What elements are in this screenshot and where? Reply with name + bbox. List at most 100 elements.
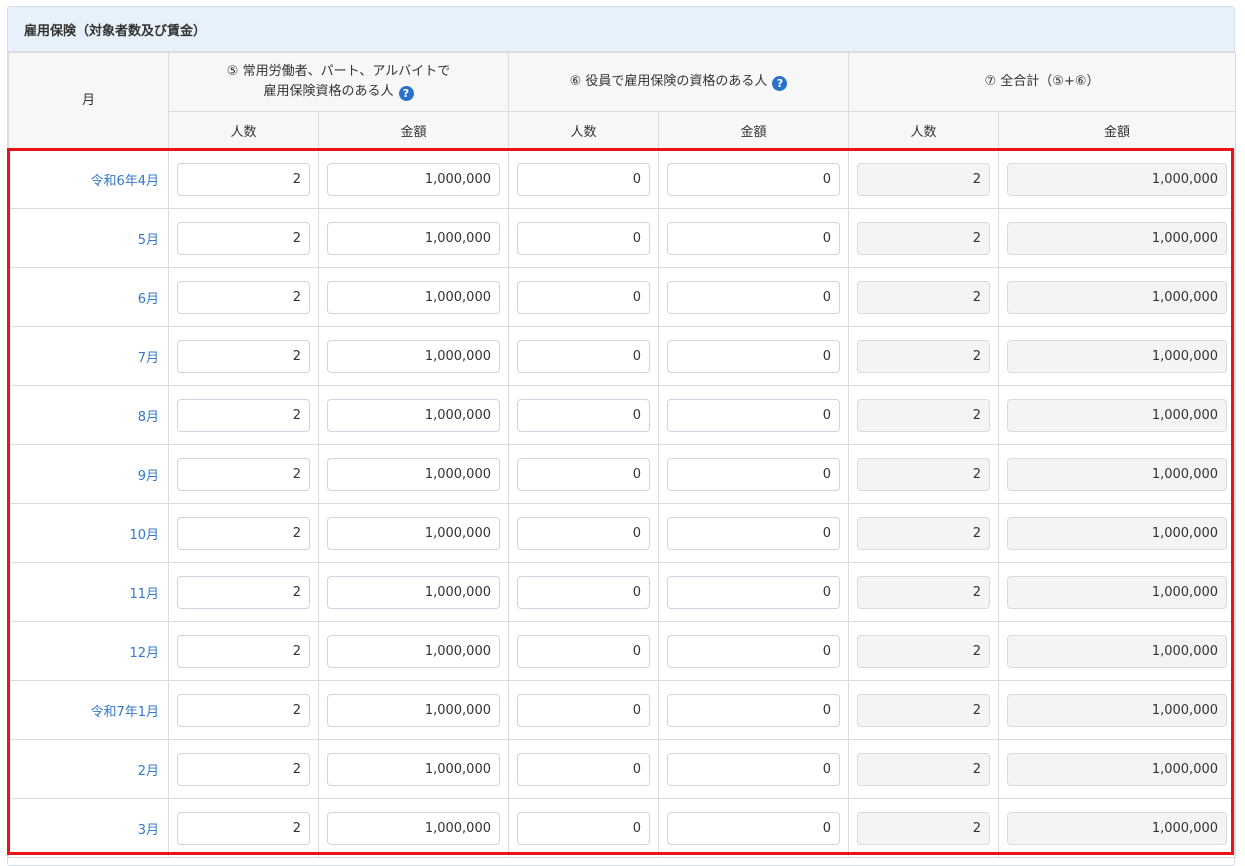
group5-amount-input[interactable]: 1,000,000 <box>327 575 500 609</box>
month-link[interactable]: 2月 <box>8 739 169 799</box>
group6-header: ⑥ 役員で雇用保険の資格のある人? <box>507 52 850 112</box>
group6-count-input[interactable]: 0 <box>517 162 650 196</box>
month-link[interactable]: 3月 <box>8 798 169 858</box>
total-amount-field: 1,000,000 <box>1007 280 1228 314</box>
group5-count-input[interactable]: 2 <box>177 516 310 550</box>
month-link[interactable]: 令和7年1月 <box>8 680 169 740</box>
table-row: 6月 2 1,000,000 0 0 2 1,000,000 <box>8 267 1237 327</box>
question-circle-icon[interactable]: ? <box>398 86 414 101</box>
group6-count-header: 人数 <box>508 111 659 150</box>
group6-count-input[interactable]: 0 <box>517 221 650 255</box>
month-link[interactable]: 6月 <box>8 267 169 327</box>
month-link[interactable]: 8月 <box>8 385 169 445</box>
group6-count-input[interactable]: 0 <box>517 280 650 314</box>
month-link[interactable]: 令和6年4月 <box>8 149 169 209</box>
table-cell: 2 <box>168 798 319 858</box>
group6-amount-input[interactable]: 0 <box>667 516 841 550</box>
table-cell: 2 <box>848 562 1000 622</box>
month-link[interactable]: 12月 <box>8 621 169 681</box>
group5-count-input[interactable]: 2 <box>177 398 310 432</box>
group6-amount-input[interactable]: 0 <box>667 162 841 196</box>
question-circle-icon[interactable]: ? <box>772 76 788 91</box>
table-cell: 1,000,000 <box>998 562 1237 622</box>
total-count-field: 2 <box>857 634 991 668</box>
table-cell: 2 <box>848 149 1000 209</box>
table-cell: 2 <box>848 798 1000 858</box>
month-link[interactable]: 9月 <box>8 444 169 504</box>
table-cell: 2 <box>168 208 319 268</box>
group5-amount-input[interactable]: 1,000,000 <box>327 634 500 668</box>
group6-amount-input[interactable]: 0 <box>667 457 841 491</box>
table-cell: 0 <box>508 267 659 327</box>
table-cell: 0 <box>508 208 659 268</box>
month-link[interactable]: 7月 <box>8 326 169 386</box>
group5-amount-input[interactable]: 1,000,000 <box>327 811 500 845</box>
group6-count-input[interactable]: 0 <box>517 811 650 845</box>
group5-amount-input[interactable]: 1,000,000 <box>327 398 500 432</box>
group6-count-input[interactable]: 0 <box>517 516 650 550</box>
group5-count-input[interactable]: 2 <box>177 162 310 196</box>
table-cell: 1,000,000 <box>318 680 509 740</box>
table-cell: 2 <box>168 326 319 386</box>
group5-amount-input[interactable]: 1,000,000 <box>327 693 500 727</box>
month-link[interactable]: 11月 <box>8 562 169 622</box>
month-link[interactable]: 5月 <box>8 208 169 268</box>
group7-count-header: 人数 <box>848 111 1000 150</box>
table-cell: 0 <box>508 444 659 504</box>
group6-count-input[interactable]: 0 <box>517 457 650 491</box>
group5-amount-input[interactable]: 1,000,000 <box>327 752 500 786</box>
table-cell: 1,000,000 <box>998 621 1237 681</box>
table-cell: 0 <box>508 326 659 386</box>
total-amount-field: 1,000,000 <box>1007 516 1228 550</box>
table-cell: 1,000,000 <box>998 267 1237 327</box>
group5-count-header: 人数 <box>168 111 319 150</box>
group6-amount-input[interactable]: 0 <box>667 634 841 668</box>
employment-insurance-panel: 雇用保険（対象者数及び賃金） 月 ⑤ 常用労働者、パート、アルバイトで 雇用保険… <box>7 6 1237 866</box>
group6-amount-input[interactable]: 0 <box>667 280 841 314</box>
group5-amount-input[interactable]: 1,000,000 <box>327 516 500 550</box>
group6-amount-input[interactable]: 0 <box>667 221 841 255</box>
group6-amount-input[interactable]: 0 <box>667 693 841 727</box>
group5-amount-input[interactable]: 1,000,000 <box>327 457 500 491</box>
table-cell: 1,000,000 <box>998 503 1237 563</box>
group5-count-input[interactable]: 2 <box>177 575 310 609</box>
table-cell: 0 <box>657 739 850 799</box>
group6-amount-input[interactable]: 0 <box>667 811 841 845</box>
group6-amount-input[interactable]: 0 <box>667 339 841 373</box>
table-cell: 2 <box>848 208 1000 268</box>
group5-count-input[interactable]: 2 <box>177 221 310 255</box>
month-link[interactable]: 10月 <box>8 503 169 563</box>
total-count-field: 2 <box>857 693 991 727</box>
table-row: 2月 2 1,000,000 0 0 2 1,000,000 <box>8 739 1237 799</box>
group5-count-input[interactable]: 2 <box>177 339 310 373</box>
group5-count-input[interactable]: 2 <box>177 457 310 491</box>
table-row: 12月 2 1,000,000 0 0 2 1,000,000 <box>8 621 1237 681</box>
group6-amount-input[interactable]: 0 <box>667 752 841 786</box>
group5-count-input[interactable]: 2 <box>177 693 310 727</box>
group6-amount-input[interactable]: 0 <box>667 575 841 609</box>
group5-amount-input[interactable]: 1,000,000 <box>327 339 500 373</box>
group6-count-input[interactable]: 0 <box>517 398 650 432</box>
group5-amount-input[interactable]: 1,000,000 <box>327 162 500 196</box>
group5-amount-input[interactable]: 1,000,000 <box>327 221 500 255</box>
group6-count-input[interactable]: 0 <box>517 693 650 727</box>
table-cell: 2 <box>168 680 319 740</box>
table-cell: 0 <box>657 680 850 740</box>
group6-amount-input[interactable]: 0 <box>667 398 841 432</box>
group6-count-input[interactable]: 0 <box>517 575 650 609</box>
table-row: 10月 2 1,000,000 0 0 2 1,000,000 <box>8 503 1237 563</box>
group6-count-input[interactable]: 0 <box>517 339 650 373</box>
total-amount-field: 1,000,000 <box>1007 634 1228 668</box>
group5-count-input[interactable]: 2 <box>177 634 310 668</box>
group6-header-label: ⑥ 役員で雇用保険の資格のある人 <box>569 74 768 89</box>
group6-count-input[interactable]: 0 <box>517 634 650 668</box>
group5-count-input[interactable]: 2 <box>177 752 310 786</box>
month-column-header: 月 <box>8 52 169 150</box>
total-amount-field: 1,000,000 <box>1007 693 1228 727</box>
group5-amount-input[interactable]: 1,000,000 <box>327 280 500 314</box>
table-cell: 1,000,000 <box>318 739 509 799</box>
group6-count-input[interactable]: 0 <box>517 752 650 786</box>
group5-count-input[interactable]: 2 <box>177 811 310 845</box>
group5-count-input[interactable]: 2 <box>177 280 310 314</box>
table-row: 8月 2 1,000,000 0 0 2 1,000,000 <box>8 385 1237 445</box>
